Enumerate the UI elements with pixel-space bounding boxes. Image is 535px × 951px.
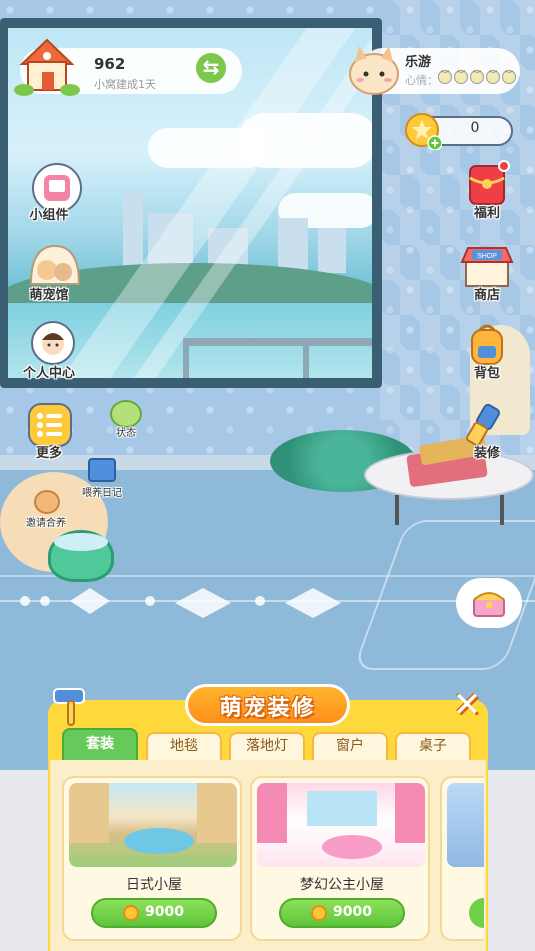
coin-icon bbox=[405, 113, 442, 150]
tab-floor-lamp[interactable]: 落地灯 bbox=[229, 732, 305, 760]
price-value: 9000 bbox=[145, 904, 184, 920]
pet-hall-button[interactable]: 萌宠馆 bbox=[22, 240, 92, 308]
tab-table[interactable]: 桌子 bbox=[395, 732, 471, 760]
backpack-button[interactable]: 背包 bbox=[452, 322, 522, 384]
floor-dot bbox=[20, 596, 30, 606]
paint-roller-icon bbox=[53, 688, 85, 726]
status-label: 状态 bbox=[116, 428, 136, 439]
more-label: 更多 bbox=[35, 446, 62, 461]
princess-room-preview bbox=[257, 783, 425, 867]
decor-item-card[interactable] bbox=[440, 776, 484, 941]
coin-icon bbox=[311, 905, 327, 921]
feed-diary-badge[interactable]: 喂养日记 bbox=[82, 458, 128, 499]
welfare-label: 福利 bbox=[473, 206, 500, 221]
mood-face-icon: ︶ bbox=[470, 70, 484, 84]
coin-value: 0 bbox=[470, 120, 480, 136]
profile-center-icon bbox=[31, 321, 75, 365]
feed-diary-label: 喂养日记 bbox=[82, 488, 122, 499]
gift-envelope-icon bbox=[469, 160, 510, 205]
room-preview bbox=[447, 783, 484, 867]
shop-label: 商店 bbox=[473, 288, 500, 303]
mood-face-icon: ︶ bbox=[502, 70, 516, 84]
swap-arrows-icon: ⇆ bbox=[202, 55, 220, 79]
pet-hall-icon bbox=[29, 244, 81, 285]
profile-name: 乐游 bbox=[405, 55, 432, 70]
close-icon: ✕ bbox=[452, 685, 482, 725]
house-icon bbox=[14, 38, 80, 96]
decor-item-name: 日式小屋 bbox=[126, 877, 182, 893]
invite-pet-badge[interactable]: 邀请合养 bbox=[22, 490, 78, 529]
table-leg bbox=[395, 495, 399, 525]
more-button[interactable]: 更多 bbox=[22, 402, 92, 462]
price-value: 9000 bbox=[333, 904, 372, 920]
tab-window[interactable]: 窗户 bbox=[312, 732, 388, 760]
home-subtitle: 小窝建成1天 bbox=[94, 78, 156, 91]
treasure-chest-button[interactable] bbox=[456, 578, 522, 628]
decor-item-card[interactable]: 梦幻公主小屋 9000 bbox=[250, 776, 430, 941]
shop-button[interactable]: SHOP 商店 bbox=[452, 244, 522, 306]
invite-pet-label: 邀请合养 bbox=[26, 518, 66, 529]
treasure-chest-icon bbox=[473, 592, 505, 617]
buy-button[interactable]: 9000 bbox=[91, 898, 217, 928]
floor-dot bbox=[255, 596, 265, 606]
shop-icon: SHOP bbox=[460, 247, 514, 287]
decor-item-card[interactable]: 日式小屋 9000 bbox=[62, 776, 242, 941]
invite-cat-icon bbox=[34, 490, 60, 514]
close-button[interactable]: ✕ bbox=[448, 688, 486, 726]
buy-button[interactable]: 9000 bbox=[279, 898, 405, 928]
widget-button[interactable]: 小组件 bbox=[22, 162, 92, 230]
pet-hall-label: 萌宠馆 bbox=[29, 288, 69, 303]
tab-set[interactable]: 套装 bbox=[62, 728, 138, 760]
mood-face-icon: ︶ bbox=[486, 70, 500, 84]
status-badge[interactable]: 状态 bbox=[108, 398, 148, 439]
decorate-label: 装修 bbox=[473, 446, 500, 461]
floor-dot bbox=[145, 596, 155, 606]
backpack-label: 背包 bbox=[473, 366, 500, 381]
mood-face-icon: ︶ bbox=[438, 70, 452, 84]
decor-panel-title: 萌宠装修 bbox=[219, 696, 316, 721]
svg-text:SHOP: SHOP bbox=[477, 253, 497, 260]
cat-avatar-icon[interactable] bbox=[345, 44, 403, 96]
swap-button[interactable]: ⇆ bbox=[193, 50, 229, 86]
diary-icon bbox=[88, 458, 116, 482]
decor-item-name: 梦幻公主小屋 bbox=[300, 877, 384, 893]
decorate-button[interactable]: 装修 bbox=[452, 402, 522, 464]
japanese-room-preview bbox=[69, 783, 237, 867]
coin-icon bbox=[123, 905, 139, 921]
profile-center-label: 个人中心 bbox=[22, 366, 75, 381]
home-count: 962 bbox=[94, 55, 126, 73]
tab-carpet[interactable]: 地毯 bbox=[146, 732, 222, 760]
water-surface bbox=[54, 533, 108, 551]
profile-center-button[interactable]: 个人中心 bbox=[22, 320, 92, 382]
floor-dot bbox=[40, 596, 50, 606]
widget-label: 小组件 bbox=[29, 208, 69, 223]
table-leg bbox=[500, 495, 504, 525]
welfare-button[interactable]: 福利 bbox=[452, 160, 522, 224]
mood-label: 心情： bbox=[405, 74, 438, 87]
mood-face-icon: ︶ bbox=[454, 70, 468, 84]
buy-button[interactable] bbox=[469, 898, 484, 928]
